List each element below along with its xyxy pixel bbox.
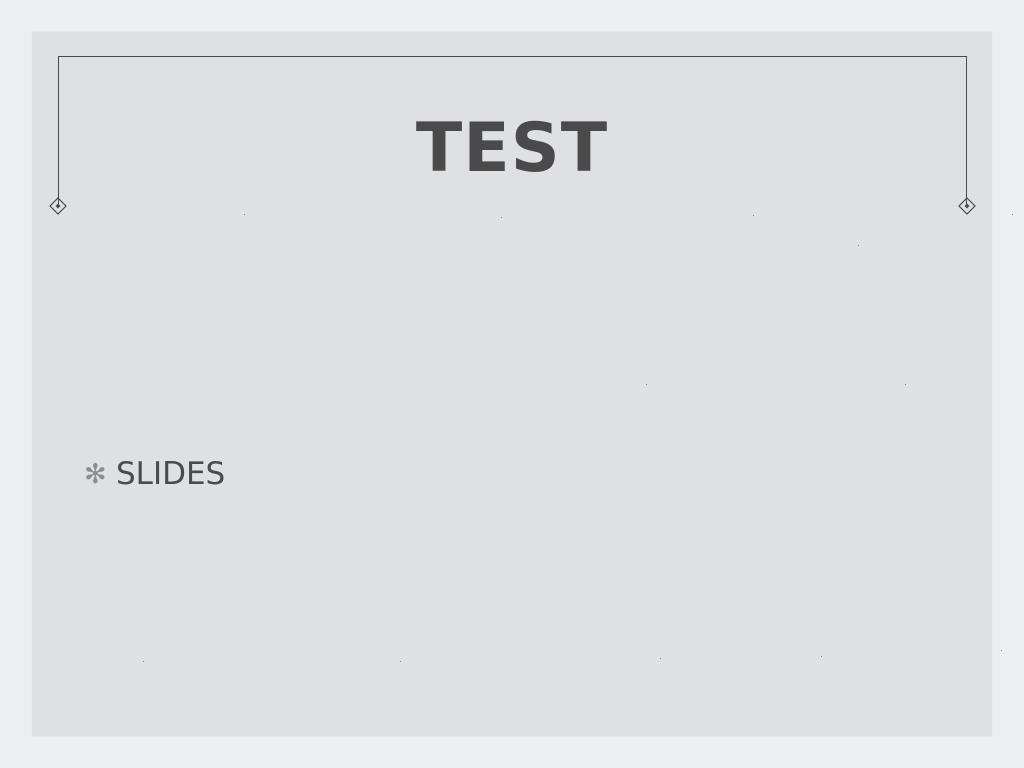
paper-speck [905,384,906,385]
paper-speck [400,661,401,662]
left-diamond-icon [49,197,67,215]
paper-speck [1001,650,1002,651]
paper-speck [646,384,647,385]
right-diamond-icon [958,197,976,215]
paper-speck [244,214,245,215]
paper-speck [501,217,502,218]
slide-title: TEST [415,109,609,188]
paper-speck [143,661,144,662]
paper-speck [821,656,822,657]
paper-speck [753,215,754,216]
paper-speck [660,658,661,659]
asterisk-bullet-icon: ✻ [84,458,107,490]
bullet-item: ✻ SLIDES [84,452,225,496]
paper-speck [858,245,859,246]
paper-speck [1012,214,1013,215]
bullet-list: ✻ SLIDES [84,452,225,496]
bullet-label: SLIDES [116,456,226,492]
